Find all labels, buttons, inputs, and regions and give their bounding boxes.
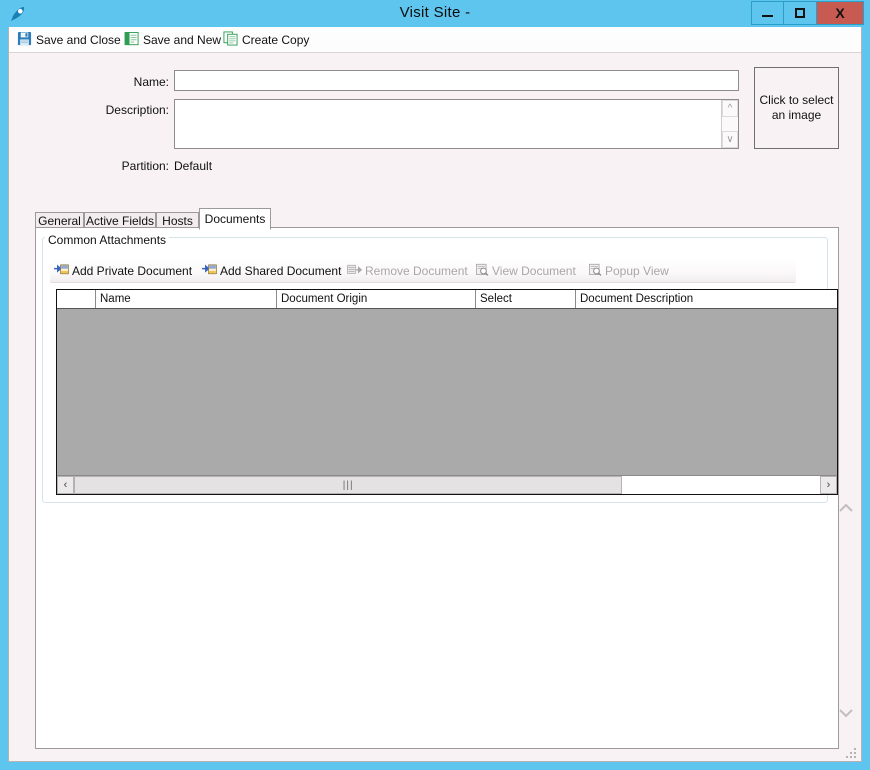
view-document-button[interactable]: View Document bbox=[475, 262, 576, 279]
name-label: Name: bbox=[133, 75, 169, 89]
name-input-wrap[interactable] bbox=[174, 70, 739, 91]
copy-icon bbox=[223, 31, 238, 49]
save-and-close-button[interactable]: Save and Close bbox=[17, 30, 121, 50]
image-picker-line1: Click to select bbox=[759, 93, 834, 107]
remove-document-label: Remove Document bbox=[365, 263, 468, 278]
partition-label: Partition: bbox=[121, 159, 169, 173]
grid-header-select[interactable]: Select bbox=[476, 290, 576, 308]
window-title: Visit Site - bbox=[399, 4, 471, 21]
remove-document-icon bbox=[347, 263, 363, 279]
grid-header-row: Name Document Origin Select Document Des… bbox=[57, 290, 837, 309]
tab-documents-label: Documents bbox=[204, 212, 266, 226]
documents-grid: Name Document Origin Select Document Des… bbox=[56, 289, 838, 495]
save-and-new-button[interactable]: Save and New bbox=[124, 30, 221, 50]
add-shared-document-label: Add Shared Document bbox=[220, 263, 342, 278]
popup-view-label: Popup View bbox=[605, 263, 669, 278]
scroll-up-icon[interactable]: ^ bbox=[722, 100, 738, 117]
chevron-up-icon bbox=[839, 503, 853, 512]
panel-scroll-up-button[interactable] bbox=[835, 497, 857, 519]
add-private-document-button[interactable]: Add Private Document bbox=[54, 262, 192, 279]
description-input[interactable] bbox=[175, 100, 720, 148]
panel-scroll-down-button[interactable] bbox=[835, 702, 857, 724]
minimize-icon bbox=[762, 15, 773, 17]
add-shared-document-icon bbox=[202, 263, 217, 279]
application-window: Visit Site - X Save and Close Save and N… bbox=[0, 0, 870, 770]
client-area: Save and Close Save and New Create Copy … bbox=[8, 27, 862, 762]
maximize-icon bbox=[795, 8, 805, 18]
create-copy-label: Create Copy bbox=[242, 33, 310, 47]
description-scrollbar[interactable]: ^ ∨ bbox=[721, 100, 738, 148]
image-picker-line2: an image bbox=[771, 108, 822, 122]
common-attachments-label: Common Attachments bbox=[45, 233, 170, 247]
hscroll-left-button[interactable]: ‹ bbox=[57, 476, 74, 494]
grid-body[interactable] bbox=[57, 309, 837, 475]
tab-documents[interactable]: Documents bbox=[199, 208, 271, 230]
hscroll-thumb[interactable]: ||| bbox=[74, 476, 623, 494]
save-new-icon bbox=[124, 31, 139, 49]
chevron-down-icon bbox=[839, 709, 853, 718]
title-bar: Visit Site - X bbox=[0, 0, 870, 27]
add-private-document-icon bbox=[54, 263, 69, 279]
name-input[interactable] bbox=[175, 71, 738, 90]
grid-header-name[interactable]: Name bbox=[96, 290, 277, 308]
grid-header-document-origin[interactable]: Document Origin bbox=[277, 290, 476, 308]
command-bar: Save and Close Save and New Create Copy bbox=[9, 27, 861, 53]
save-and-close-label: Save and Close bbox=[36, 33, 121, 47]
popup-view-icon bbox=[588, 263, 602, 279]
scroll-down-icon[interactable]: ∨ bbox=[722, 131, 738, 148]
grid-header-document-description[interactable]: Document Description bbox=[576, 290, 837, 308]
hscroll-right-button[interactable]: › bbox=[820, 476, 837, 494]
maximize-button[interactable] bbox=[784, 1, 817, 25]
remove-document-button[interactable]: Remove Document bbox=[347, 262, 468, 279]
close-button[interactable]: X bbox=[817, 1, 864, 25]
view-document-label: View Document bbox=[492, 263, 576, 278]
partition-value: Default bbox=[174, 159, 213, 173]
minimize-button[interactable] bbox=[751, 1, 784, 25]
resize-grip[interactable] bbox=[844, 746, 856, 758]
save-and-new-label: Save and New bbox=[143, 33, 222, 47]
window-controls: X bbox=[751, 1, 864, 25]
grid-header-selector[interactable] bbox=[57, 290, 96, 308]
grid-horizontal-scrollbar[interactable]: ‹ ||| › bbox=[57, 475, 837, 494]
view-document-icon bbox=[475, 263, 489, 279]
popup-view-button[interactable]: Popup View bbox=[588, 262, 669, 279]
tab-general-label: General bbox=[38, 214, 81, 228]
create-copy-button[interactable]: Create Copy bbox=[223, 30, 309, 50]
image-picker[interactable]: Click to select an image bbox=[754, 67, 839, 149]
description-input-wrap[interactable]: ^ ∨ bbox=[174, 99, 739, 149]
image-picker-text: Click to select an image bbox=[759, 93, 833, 123]
tab-active-fields-label: Active Fields bbox=[85, 214, 155, 228]
tab-hosts-label: Hosts bbox=[162, 214, 193, 228]
add-shared-document-button[interactable]: Add Shared Document bbox=[202, 262, 341, 279]
description-label: Description: bbox=[105, 103, 169, 117]
save-icon bbox=[17, 31, 32, 49]
documents-toolbar: Add Private Document Add Shared Document bbox=[50, 259, 796, 283]
hscroll-track[interactable]: ||| bbox=[74, 476, 820, 494]
add-private-document-label: Add Private Document bbox=[72, 263, 193, 278]
